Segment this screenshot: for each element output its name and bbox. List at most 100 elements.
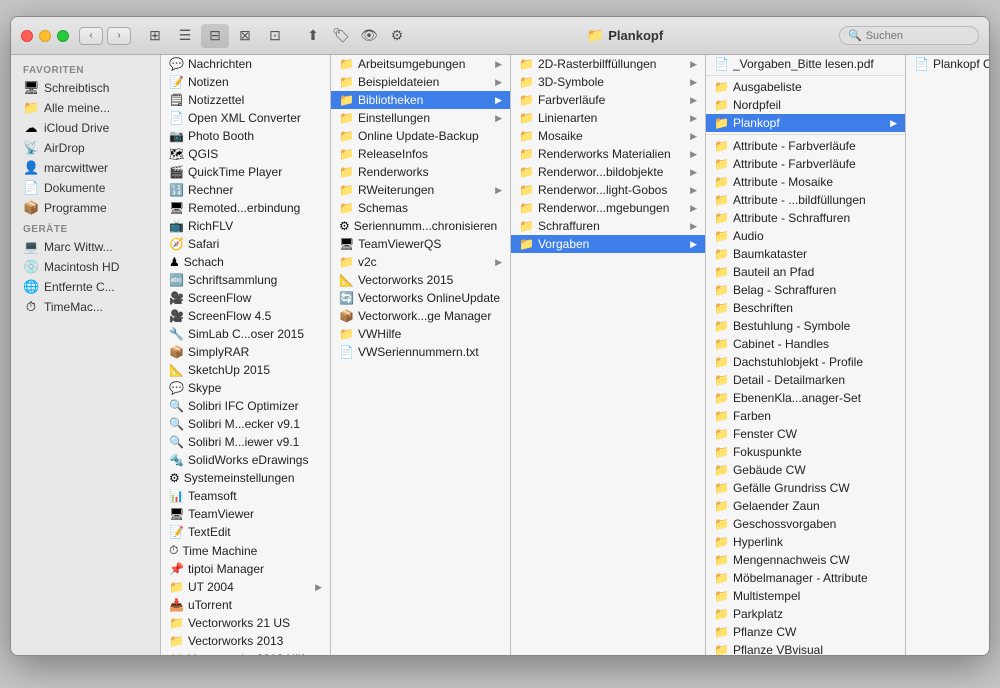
list-item-bibliotheken[interactable]: 📁 Bibliotheken ▶ [331,91,510,109]
sidebar-item-marcwittwer[interactable]: 👤 marcwittwer [15,158,156,178]
list-item[interactable]: ⏱ Time Machine [161,541,330,560]
list-item[interactable]: 🔢 Rechner [161,181,330,199]
list-item[interactable]: 📁 Mosaike ▶ [511,127,705,145]
list-item[interactable]: 📁 v2c ▶ [331,253,510,271]
list-item[interactable]: 📁 2D-Rasterbilffüllungen ▶ [511,55,705,73]
list-item-plankopf-main[interactable]: 📁 Plankopf ▶ [706,114,905,132]
list-item[interactable]: 🔍 Solibri IFC Optimizer [161,397,330,415]
list-item[interactable]: 📁 Multistempel [706,587,905,605]
list-item[interactable]: 📁 Gefälle Grundriss CW [706,479,905,497]
list-item[interactable]: 📁 Attribute - Schraffuren [706,209,905,227]
list-item[interactable]: 📁 Schraffuren ▶ [511,217,705,235]
list-item-plankopf-cw[interactable]: 📄 Plankopf CW.vwx [906,55,989,73]
close-button[interactable] [21,30,33,42]
list-item[interactable]: 📁 EbenenKla...anager-Set [706,389,905,407]
maximize-button[interactable] [57,30,69,42]
list-item[interactable]: 📁 Mengennachweis CW [706,551,905,569]
list-item[interactable]: 📁 Attribute - Mosaike [706,173,905,191]
action-button[interactable]: ⚙ [383,24,411,48]
list-item[interactable]: 📁 Cabinet - Handles [706,335,905,353]
list-item[interactable]: 📁 Ausgabeliste [706,78,905,96]
list-item[interactable]: 🖥 TeamViewer [161,505,330,523]
list-item[interactable]: 📁 Pflanze CW [706,623,905,641]
list-item[interactable]: 📁 Renderworks Materialien ▶ [511,145,705,163]
eye-button[interactable]: 👁 [355,24,383,48]
list-item[interactable]: 🔍 Solibri M...iewer v9.1 [161,433,330,451]
sidebar-item-airdrop[interactable]: 📡 AirDrop [15,138,156,158]
list-item[interactable]: 🎥 ScreenFlow [161,289,330,307]
list-item[interactable]: 📷 Photo Booth [161,127,330,145]
sidebar-item-programme[interactable]: 📦 Programme [15,198,156,218]
list-item[interactable]: 🎥 ScreenFlow 4.5 [161,307,330,325]
list-item[interactable]: 🔩 SolidWorks eDrawings [161,451,330,469]
minimize-button[interactable] [39,30,51,42]
list-item[interactable]: 📁 Fenster CW [706,425,905,443]
back-button[interactable]: ‹ [79,27,103,45]
list-item[interactable]: 📁 VWHilfe [331,325,510,343]
list-item[interactable]: ♟ Schach [161,253,330,271]
list-item[interactable]: 📁 UT 2004 ▶ [161,578,330,596]
list-item[interactable]: ⚙ Systemeinstellungen [161,469,330,487]
list-item[interactable]: 📁 Beispieldateien ▶ [331,73,510,91]
list-item[interactable]: 📁 Vectorworks 2013 [161,632,330,650]
list-item[interactable]: 📝 Notizen [161,73,330,91]
list-item[interactable]: 📁 Einstellungen ▶ [331,109,510,127]
list-item[interactable]: 📌 tiptoi Manager [161,560,330,578]
list-item[interactable]: 📊 Teamsoft [161,487,330,505]
list-item[interactable]: 🔧 SimLab C...oser 2015 [161,325,330,343]
list-item[interactable]: 📐 SketchUp 2015 [161,361,330,379]
list-item[interactable]: 📁 Farben [706,407,905,425]
sidebar-item-dokumente[interactable]: 📄 Dokumente [15,178,156,198]
list-item[interactable]: 📁 Parkplatz [706,605,905,623]
list-item[interactable]: 💬 Skype [161,379,330,397]
list-item[interactable]: 📁 Hyperlink [706,533,905,551]
list-item[interactable]: 📺 RichFLV [161,217,330,235]
list-item[interactable]: 📄 Open XML Converter [161,109,330,127]
list-item[interactable]: 📁 Möbelmanager - Attribute [706,569,905,587]
list-item[interactable]: 📁 Gebäude CW [706,461,905,479]
list-item[interactable]: 📝 TextEdit [161,523,330,541]
column-view-button[interactable]: ⊟ [201,24,229,48]
search-input[interactable] [866,30,970,42]
list-item[interactable]: 📁 Farbverläufe ▶ [511,91,705,109]
list-item[interactable]: 📁 Baumkataster [706,245,905,263]
list-item[interactable]: 🖥 TeamViewerQS [331,235,510,253]
list-item[interactable]: 🔄 Vectorworks OnlineUpdate [331,289,510,307]
list-view-button[interactable]: ☰ [171,24,199,48]
list-item[interactable]: 📁 Vectorworks 21 US [161,614,330,632]
list-item[interactable]: 📁 Online Update-Backup [331,127,510,145]
list-item[interactable]: 📁 Geschossvorgaben [706,515,905,533]
list-item[interactable]: 🎬 QuickTime Player [161,163,330,181]
list-item[interactable]: 🗒 Notizzettel [161,91,330,109]
list-item[interactable]: ⚙ Seriennumm...chronisieren [331,217,510,235]
list-item[interactable]: 📁 Audio [706,227,905,245]
list-item[interactable]: 📄 VWSeriennummern.txt [331,343,510,361]
tag-button[interactable]: 🏷 [327,24,355,48]
share-button[interactable]: ⬆ [299,24,327,48]
sidebar-item-marc[interactable]: 💻 Marc Wittw... [15,237,156,257]
list-item[interactable]: 📄 _Vorgaben_Bitte lesen.pdf [706,55,905,73]
sidebar-item-timemac[interactable]: ⏱ TimeMac... [15,297,156,317]
list-item[interactable]: 🔍 Solibri M...ecker v9.1 [161,415,330,433]
list-item[interactable]: 📁 Attribute - Farbverläufe [706,137,905,155]
list-item[interactable]: 📁 Bestuhlung - Symbole [706,317,905,335]
list-item[interactable]: 📁 Renderwor...light-Gobos ▶ [511,181,705,199]
list-item[interactable]: 📁 Bauteil an Pfad [706,263,905,281]
list-item[interactable]: 🔤 Schriftsammlung [161,271,330,289]
sidebar-item-entfernte[interactable]: 🌐 Entfernte C... [15,277,156,297]
list-item[interactable]: 📁 Nordpfeil [706,96,905,114]
list-item[interactable]: 📁 Arbeitsumgebungen ▶ [331,55,510,73]
sidebar-item-macintosh[interactable]: 💿 Macintosh HD [15,257,156,277]
sidebar-item-alle[interactable]: 📁 Alle meine... [15,98,156,118]
list-item[interactable]: 🖥 Remoted...erbindung [161,199,330,217]
list-item[interactable]: 📁 Renderwor...mgebungen ▶ [511,199,705,217]
cover-flow-button[interactable]: ⊠ [231,24,259,48]
list-item[interactable]: 📐 Vectorworks 2015 [331,271,510,289]
list-item[interactable]: 📁 Attribute - Farbverläufe [706,155,905,173]
list-item[interactable]: 📦 Vectorwork...ge Manager [331,307,510,325]
forward-button[interactable]: › [107,27,131,45]
list-item[interactable]: 📁 Pflanze VBvisual [706,641,905,655]
list-item[interactable]: 🧭 Safari [161,235,330,253]
list-item[interactable]: 📁 Belag - Schraffuren [706,281,905,299]
list-item[interactable]: 💬 Nachrichten [161,55,330,73]
